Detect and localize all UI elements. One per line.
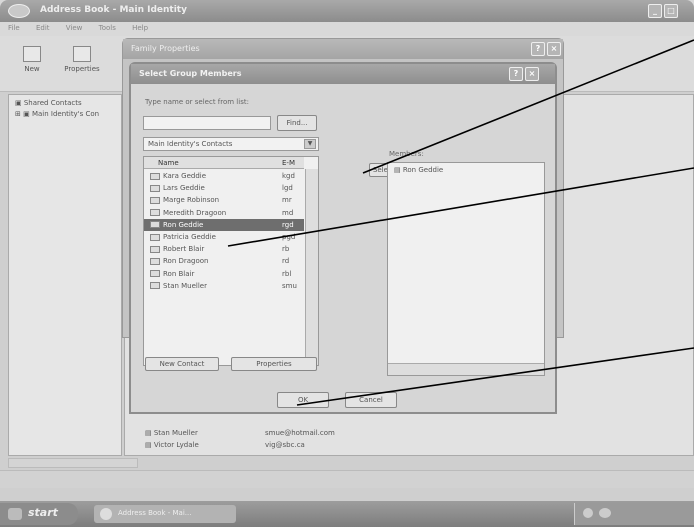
callout-lines [227,39,694,406]
callout-line-contact [227,167,694,247]
callout-line-select [362,39,694,174]
callout-line-ok [296,347,694,406]
